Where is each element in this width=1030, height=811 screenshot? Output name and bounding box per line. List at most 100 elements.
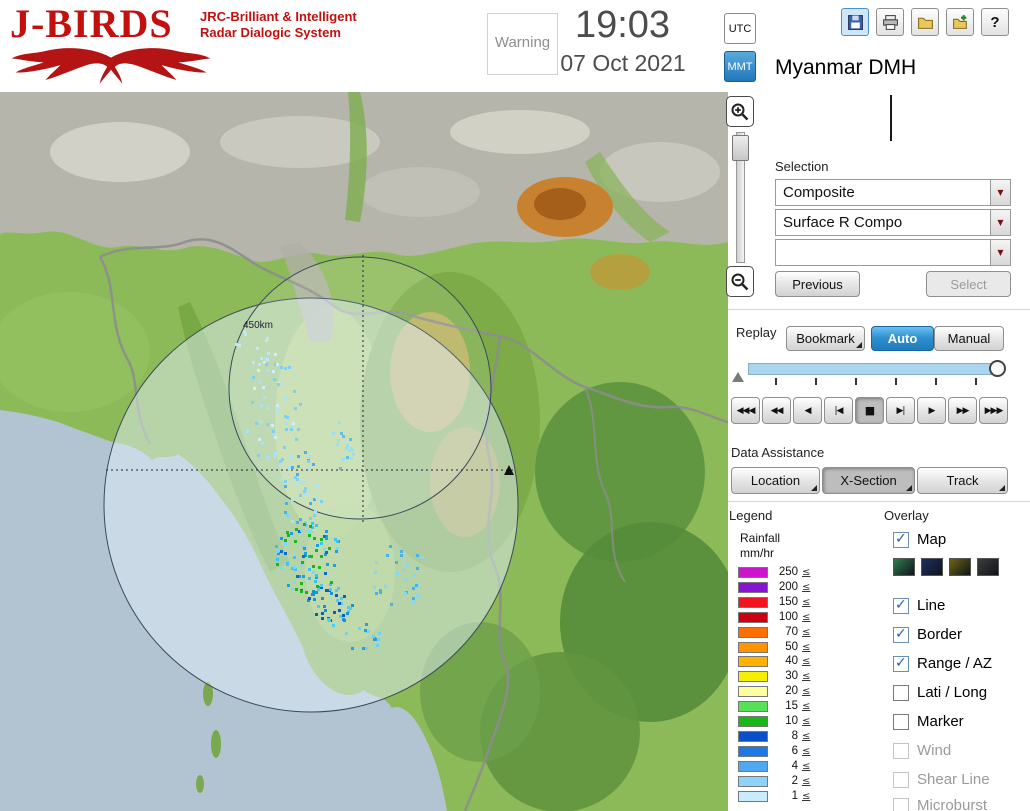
overlay-section-label: Overlay [884, 508, 929, 523]
app-logo-subtitle-2: Radar Dialogic System [200, 25, 341, 40]
chevron-down-icon: ▼ [997, 188, 1004, 197]
legend-value: 2 [791, 774, 798, 787]
print-button[interactable] [876, 8, 904, 36]
legend-color-swatch [738, 581, 768, 593]
play-button[interactable]: ▶ [917, 397, 946, 424]
legend-color-swatch [738, 641, 768, 653]
range-ring-label: 450km [243, 320, 273, 331]
legend-color-swatch [738, 626, 768, 638]
track-button[interactable]: Track [917, 467, 1008, 494]
step-back-button[interactable]: ◀ [793, 397, 822, 424]
legend-unit-line2: mm/hr [740, 546, 774, 560]
legend-section-label: Legend [729, 508, 773, 523]
timeline-slider[interactable] [748, 363, 1002, 375]
help-button[interactable]: ? [981, 8, 1009, 36]
legend-operator: ≤ [802, 790, 811, 802]
import-folder-button[interactable] [946, 8, 974, 36]
product-dropdown-value: Surface R Compo [783, 214, 903, 231]
replay-section-label: Replay [736, 325, 777, 340]
legend-operator: ≤ [802, 686, 811, 698]
composite-dropdown[interactable]: Composite ▼ [775, 179, 1011, 206]
utc-button[interactable]: UTC [724, 13, 756, 44]
save-icon [847, 14, 863, 30]
map-scheme-swatch[interactable] [893, 558, 915, 576]
legend-operator: ≤ [802, 701, 811, 713]
legend-operator: ≤ [802, 626, 811, 638]
radar-range-circle-north [228, 256, 492, 520]
overlay-label: Map [917, 531, 947, 548]
legend-color-swatch [738, 745, 768, 757]
overlay-checkbox-lati-long[interactable] [893, 685, 909, 701]
zoom-out-button[interactable] [726, 266, 754, 297]
legend-value: 20 [785, 685, 798, 698]
legend-value: 40 [785, 655, 798, 668]
overlay-checkbox-microburst [893, 798, 909, 811]
overlay-label: Lati / Long [917, 684, 988, 701]
legend-operator: ≤ [802, 671, 811, 683]
overlay-checkbox-shear-line [893, 772, 909, 788]
legend-value: 10 [785, 715, 798, 727]
option-dropdown[interactable]: ▼ [775, 239, 1011, 266]
chevron-down-icon: ▼ [997, 248, 1004, 257]
help-icon: ? [990, 13, 1000, 31]
location-button[interactable]: Location [731, 467, 820, 494]
zoom-out-icon [731, 273, 749, 290]
next-frame-button[interactable]: ▶| [886, 397, 915, 424]
dropdown-arrow-button[interactable]: ▼ [990, 180, 1010, 205]
legend-value: 6 [791, 744, 798, 757]
overlay-checkbox-marker[interactable] [893, 714, 909, 730]
save-button[interactable] [841, 8, 869, 36]
dropdown-arrow-button[interactable]: ▼ [990, 210, 1010, 235]
timeline-start-marker [732, 372, 744, 382]
x-section-button[interactable]: X-Section [822, 467, 915, 494]
map-scheme-swatch[interactable] [977, 558, 999, 576]
legend-color-swatch [738, 611, 768, 623]
prev-frame-button[interactable]: |◀ [824, 397, 853, 424]
legend-operator: ≤ [802, 581, 811, 593]
overlay-checkbox-range-az[interactable] [893, 655, 909, 672]
overlay-label: Shear Line [917, 771, 990, 788]
dropdown-arrow-button[interactable]: ▼ [990, 240, 1010, 265]
manual-button[interactable]: Manual [934, 326, 1004, 351]
legend-value: 70 [785, 625, 798, 638]
auto-button[interactable]: Auto [871, 326, 934, 351]
legend-operator: ≤ [802, 775, 811, 787]
map-scheme-swatch[interactable] [949, 558, 971, 576]
legend-color-swatch [738, 567, 768, 578]
select-button[interactable]: Select [926, 271, 1011, 297]
jump-end-button[interactable]: ▶▶▶ [979, 397, 1008, 424]
legend-color-swatch [738, 671, 768, 683]
legend-color-swatch [738, 716, 768, 727]
legend-value: 1 [791, 789, 798, 802]
legend-value: 15 [785, 700, 798, 713]
stop-button[interactable]: ■ [855, 397, 884, 424]
open-folder-button[interactable] [911, 8, 939, 36]
bookmark-button[interactable]: Bookmark [786, 326, 865, 351]
radar-map[interactable]: 450km [0, 92, 728, 811]
legend-color-swatch [738, 775, 768, 787]
overlay-checkbox-wind [893, 743, 909, 759]
timeline-tick [855, 378, 857, 385]
zoom-in-button[interactable] [726, 96, 754, 127]
overlay-label: Line [917, 597, 946, 614]
fast-rewind-button[interactable]: ◀◀ [762, 397, 791, 424]
map-scheme-swatch[interactable] [921, 558, 943, 576]
fast-forward-button[interactable]: ▶▶ [948, 397, 977, 424]
legend-operator: ≤ [802, 641, 811, 653]
jump-start-button[interactable]: ◀◀◀ [731, 397, 760, 424]
previous-button[interactable]: Previous [775, 271, 860, 297]
legend-operator: ≤ [802, 656, 811, 668]
legend-color-swatch [738, 790, 768, 802]
zoom-slider-thumb[interactable] [732, 135, 749, 161]
overlay-checkbox-border[interactable] [893, 626, 909, 643]
timeline-tick [775, 378, 777, 385]
mmt-button[interactable]: MMT [724, 51, 756, 82]
product-dropdown[interactable]: Surface R Compo ▼ [775, 209, 1011, 236]
legend-operator: ≤ [802, 611, 811, 623]
timeline-tick [975, 378, 977, 385]
timeline-slider-handle[interactable] [989, 360, 1006, 377]
overlay-checkbox-line[interactable] [893, 597, 909, 614]
legend-value: 100 [778, 610, 798, 623]
open-folder-icon [917, 17, 933, 29]
overlay-checkbox-map[interactable] [893, 531, 909, 548]
